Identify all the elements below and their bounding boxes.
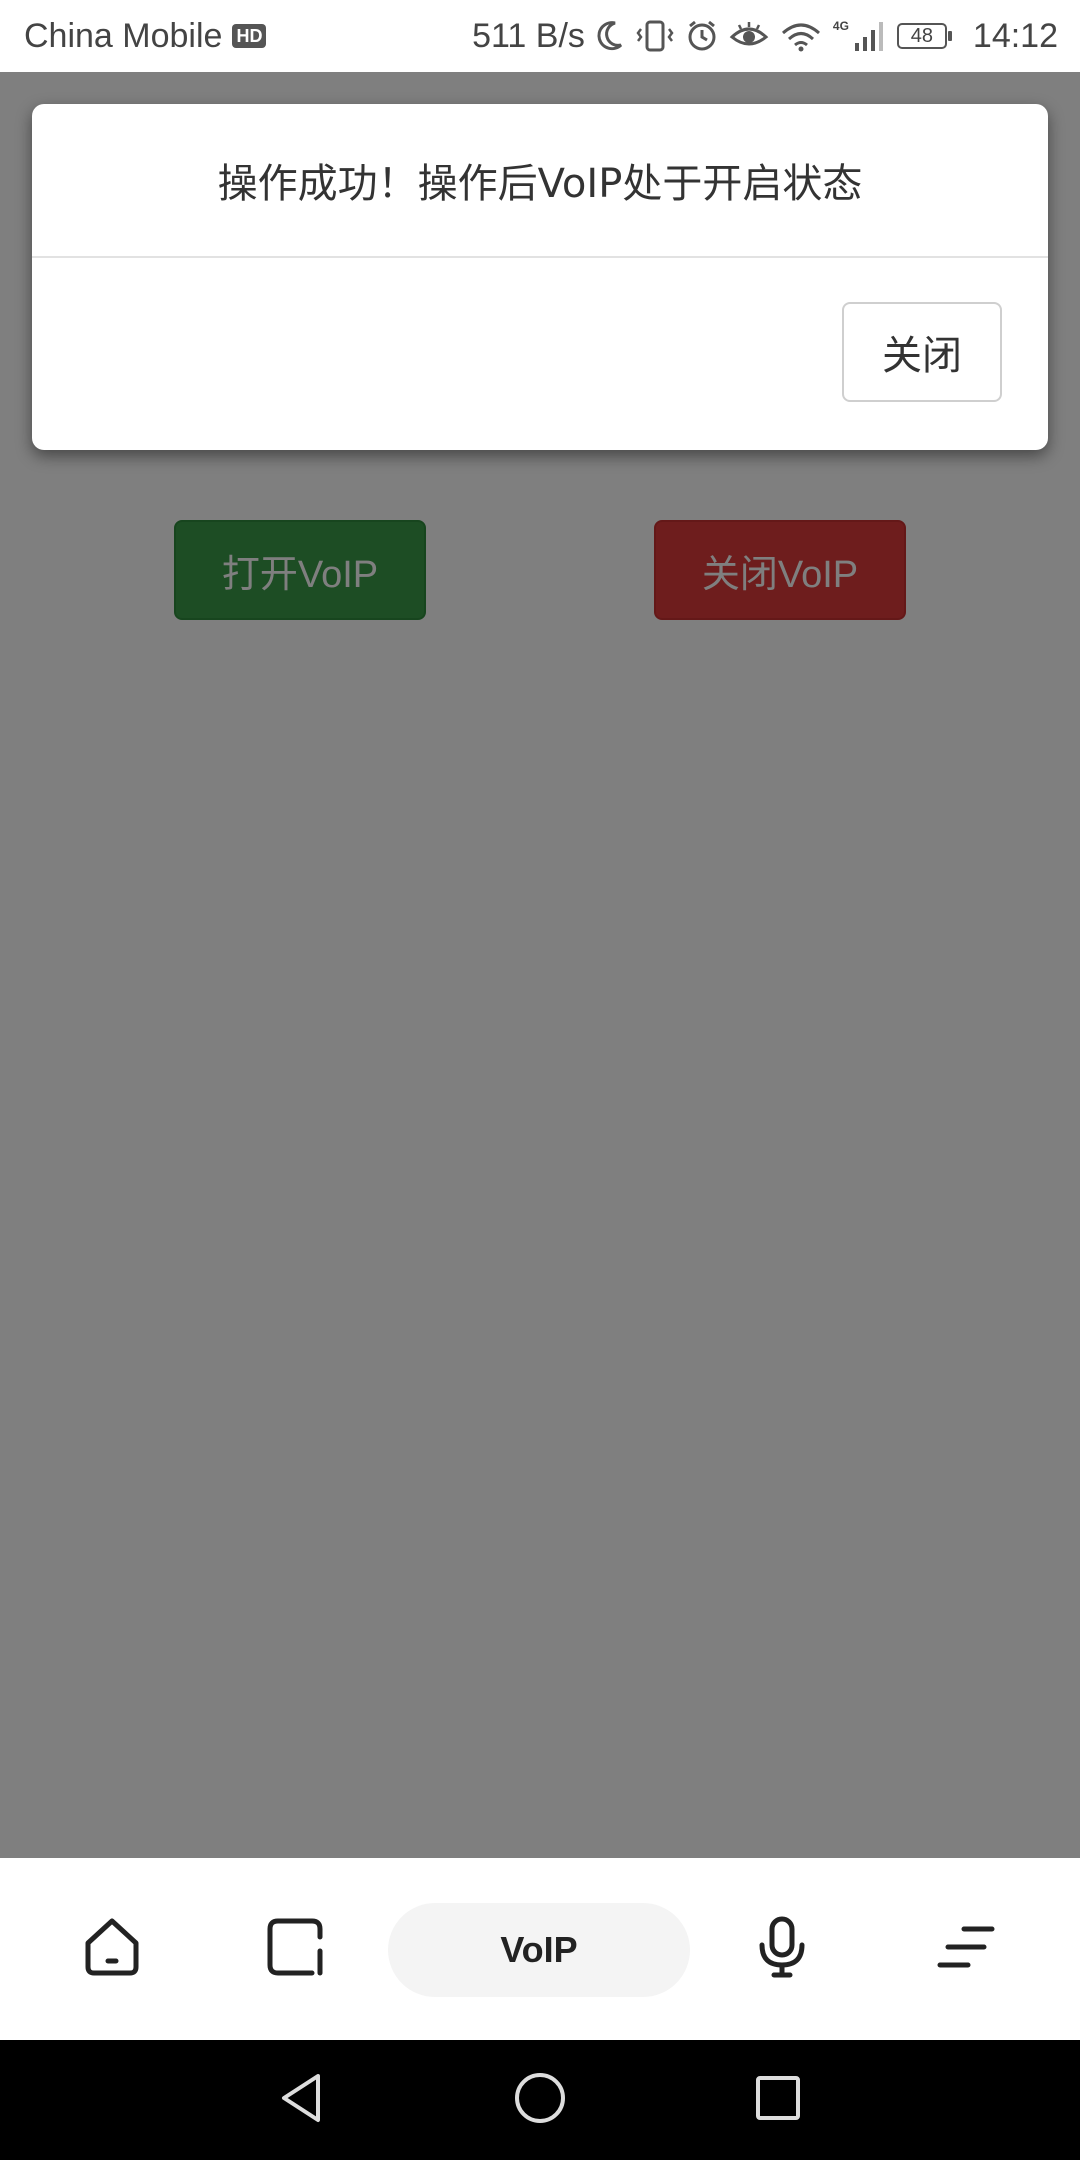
hd-badge: HD: [232, 24, 267, 48]
tab-apps[interactable]: [236, 1858, 356, 2040]
dialog-divider: [32, 256, 1048, 258]
tab-home[interactable]: [52, 1858, 172, 2040]
dialog-message: 操作成功！操作后VoIP处于开启状态: [217, 161, 863, 207]
net-speed: 511 B/s: [472, 16, 585, 55]
home-icon: [80, 1915, 144, 1983]
carrier-name: China Mobile: [24, 16, 223, 55]
moon-icon: [595, 19, 625, 53]
system-nav-bar: [0, 2040, 1080, 2160]
nav-home-button[interactable]: [504, 2064, 576, 2136]
alarm-icon: [685, 19, 719, 53]
tab-voip[interactable]: VoIP: [388, 1903, 690, 1997]
signal-icon: [853, 19, 887, 53]
network-type: 4G: [832, 19, 849, 33]
clock: 14:12: [972, 16, 1058, 55]
microphone-icon: [750, 1915, 814, 1983]
status-bar: China Mobile HD 511 B/s 4G 48 14:12: [0, 0, 1080, 72]
tab-voice[interactable]: [722, 1858, 842, 2040]
square-icon: [264, 1915, 328, 1983]
bottom-tab-bar: VoIP: [0, 1858, 1080, 2040]
nav-recents-button[interactable]: [742, 2064, 814, 2136]
dialog-close-button[interactable]: 关闭: [842, 302, 1002, 402]
nav-back-button[interactable]: [266, 2064, 338, 2136]
menu-icon: [934, 1915, 998, 1983]
success-dialog: 操作成功！操作后VoIP处于开启状态 关闭: [32, 104, 1048, 450]
battery-icon: 48: [896, 23, 952, 49]
home-circle-icon: [512, 2070, 568, 2130]
vibrate-icon: [635, 19, 675, 53]
eye-icon: [729, 19, 769, 53]
recents-icon: [750, 2070, 806, 2130]
tab-menu[interactable]: [906, 1858, 1026, 2040]
wifi-icon: [779, 19, 823, 53]
back-icon: [274, 2070, 330, 2130]
